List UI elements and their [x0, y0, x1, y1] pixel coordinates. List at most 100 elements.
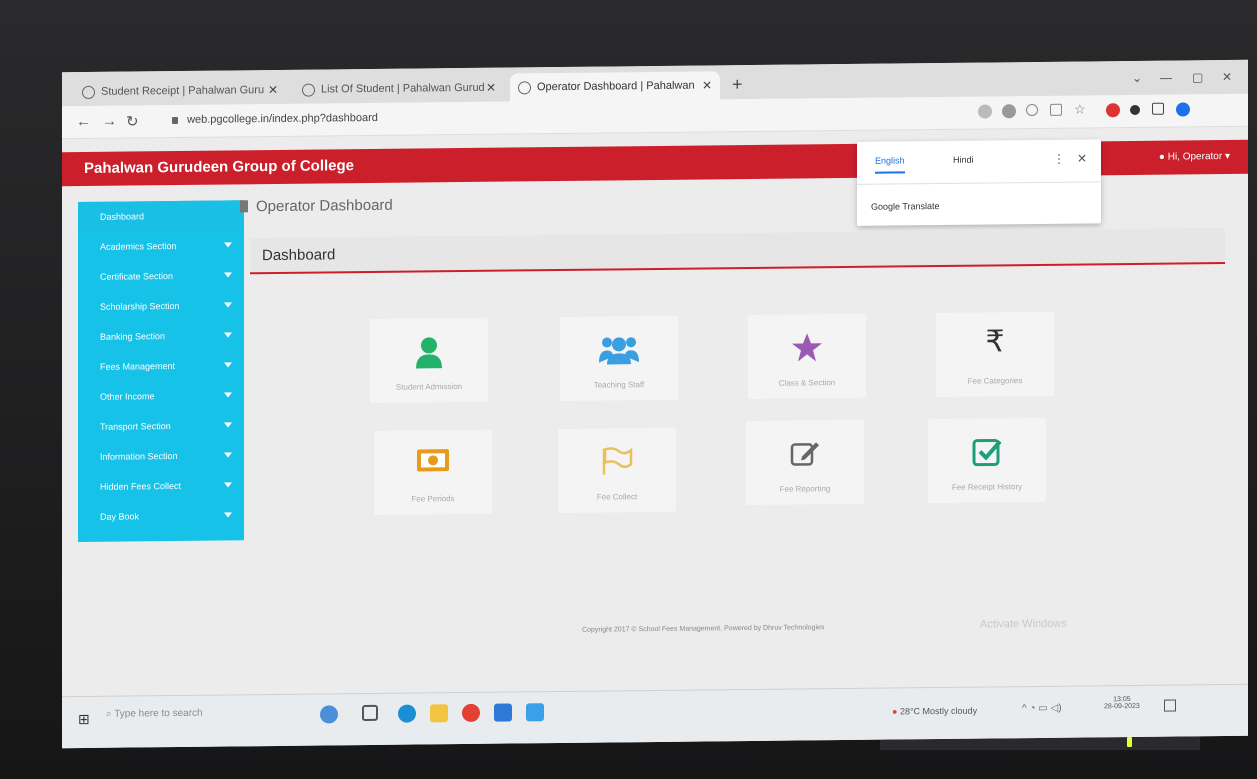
browser-tab-1[interactable]: Student Receipt | Pahalwan Guru ✕: [74, 76, 286, 106]
tile-fee-collect[interactable]: Fee Collect: [558, 427, 676, 514]
sidebar-item-label: Other Income: [100, 391, 155, 402]
tile-fee-periods[interactable]: Fee Periods: [374, 429, 492, 515]
tile-label: Fee Categories: [967, 376, 1023, 386]
browser-tab-3[interactable]: Operator Dashboard | Pahalwan ✕: [510, 71, 720, 102]
user-menu[interactable]: ● Hi, Operator ▾: [1159, 151, 1230, 163]
users-icon: [599, 337, 639, 365]
tile-teaching-staff[interactable]: Teaching Staff: [560, 315, 678, 401]
page-title-text: Operator Dashboard: [256, 196, 393, 216]
user-icon: [416, 337, 442, 369]
sidebar-item-other-income[interactable]: Other Income: [78, 380, 244, 412]
window-close-button[interactable]: ✕: [1222, 70, 1232, 84]
store-icon[interactable]: [494, 703, 512, 722]
globe-icon: [518, 80, 531, 94]
close-icon[interactable]: ✕: [268, 83, 278, 97]
new-tab-button[interactable]: +: [732, 74, 743, 95]
sidebar-item-label: Certificate Section: [100, 271, 174, 282]
google-icon[interactable]: [978, 104, 992, 119]
flag-icon: [602, 447, 633, 475]
translate-tab-english[interactable]: English: [875, 155, 905, 174]
globe-icon: [302, 83, 315, 97]
tile-label: Fee Receipt History: [951, 482, 1023, 492]
sidebar-item-transport[interactable]: Transport Section: [78, 410, 244, 442]
footer-copyright: Copyright 2017 © School Fees Management.…: [582, 624, 825, 634]
caret-down-icon: [224, 422, 232, 428]
chrome-icon[interactable]: [462, 703, 480, 723]
star-icon: [792, 333, 822, 362]
profile-avatar[interactable]: [1176, 102, 1190, 117]
translate-icon[interactable]: [1002, 104, 1016, 119]
sidebar-item-label: Scholarship Section: [100, 300, 180, 312]
sidebar-item-academics[interactable]: Academics Section: [78, 230, 244, 262]
check-square-icon: [972, 438, 1002, 467]
tile-label: Fee Collect: [596, 492, 638, 502]
file-explorer-icon[interactable]: [430, 704, 448, 723]
sidebar-item-fees-management[interactable]: Fees Management: [78, 350, 244, 382]
sidebar-item-information[interactable]: Information Section: [78, 440, 244, 472]
extension-icon[interactable]: [1106, 103, 1120, 118]
tile-student-admission[interactable]: Student Admission: [370, 317, 488, 403]
caret-down-icon: [224, 512, 232, 518]
url-text: web.pgcollege.in/index.php?dashboard: [187, 111, 378, 126]
tab-label: Operator Dashboard | Pahalwan: [537, 79, 695, 94]
search-placeholder: Type here to search: [114, 707, 203, 720]
brand-title[interactable]: Pahalwan Gurudeen Group of College: [84, 157, 354, 177]
sidebar-item-certificate[interactable]: Certificate Section: [78, 260, 244, 292]
edge-icon[interactable]: [398, 704, 416, 723]
weather-widget[interactable]: ● 28°C Mostly cloudy: [892, 706, 977, 717]
close-icon[interactable]: ✕: [702, 78, 712, 92]
sidepanel-icon[interactable]: [1152, 102, 1164, 115]
back-button[interactable]: ←: [76, 113, 91, 130]
close-icon[interactable]: ✕: [1077, 151, 1087, 165]
caret-down-icon: [224, 452, 232, 458]
bookmark-star-icon[interactable]: ☆: [1074, 101, 1088, 116]
caret-down-icon: [224, 392, 232, 398]
caret-down-icon: [224, 332, 232, 338]
more-options-icon[interactable]: ⋮: [1053, 152, 1065, 166]
task-view-icon[interactable]: [362, 704, 378, 722]
tab-label: Student Receipt | Pahalwan Guru: [101, 84, 265, 98]
sidebar-item-label: Banking Section: [100, 331, 166, 342]
tile-fee-categories[interactable]: ₹ Fee Categories: [936, 311, 1054, 398]
notification-icon[interactable]: [1164, 699, 1176, 712]
power-led: [1127, 737, 1132, 747]
sidebar-item-hidden-fees[interactable]: Hidden Fees Collect: [78, 470, 244, 502]
tile-fee-reporting[interactable]: Fee Reporting: [746, 419, 864, 506]
close-icon[interactable]: ✕: [486, 81, 496, 95]
widgets-icon[interactable]: [320, 705, 338, 724]
minimize-button[interactable]: —: [1160, 71, 1172, 85]
share-icon[interactable]: [1050, 103, 1062, 116]
maximize-button[interactable]: ▢: [1192, 70, 1203, 84]
zoom-icon[interactable]: [1026, 103, 1038, 117]
sidebar-item-label: Transport Section: [100, 421, 171, 432]
forward-button[interactable]: →: [102, 113, 117, 130]
tile-label: Fee Periods: [411, 494, 455, 504]
taskbar-clock[interactable]: 13:05 28-09-2023: [1104, 696, 1140, 710]
photos-icon[interactable]: [526, 703, 544, 722]
sidebar-item-banking[interactable]: Banking Section: [78, 320, 244, 352]
tile-label: Student Admission: [395, 382, 463, 392]
windows-start-icon[interactable]: ⊞: [78, 711, 90, 728]
translate-popup: English Hindi ⋮ ✕ Google Translate: [857, 139, 1101, 226]
caret-down-icon: [224, 302, 232, 308]
tile-label: Class & Section: [778, 378, 836, 388]
sidebar-item-day-book[interactable]: Day Book: [78, 500, 244, 532]
translate-tab-hindi[interactable]: Hindi: [953, 155, 974, 165]
weather-text: 28°C Mostly cloudy: [899, 705, 978, 717]
panel-title: Dashboard: [262, 246, 336, 265]
taskbar-search[interactable]: ⌕ Type here to search: [106, 708, 203, 720]
system-tray-icons[interactable]: ^ ◔ ▭ ◁): [1022, 703, 1062, 714]
sidebar-item-label: Day Book: [100, 511, 140, 522]
reload-button[interactable]: ↻: [126, 112, 139, 130]
browser-tab-2[interactable]: List Of Student | Pahalwan Gurud ✕: [294, 74, 504, 104]
puzzle-icon[interactable]: [1130, 104, 1140, 116]
user-icon: ●: [1158, 151, 1168, 163]
caret-down-icon: [224, 242, 232, 248]
address-bar[interactable]: web.pgcollege.in/index.php?dashboard: [172, 112, 378, 126]
tile-fee-receipt-history[interactable]: Fee Receipt History: [928, 417, 1046, 504]
sidebar-item-dashboard[interactable]: Dashboard: [78, 200, 244, 233]
sidebar: Dashboard Academics Section Certificate …: [78, 200, 244, 543]
chevron-down-icon[interactable]: ⌄: [1132, 71, 1142, 85]
sidebar-item-scholarship[interactable]: Scholarship Section: [78, 290, 244, 322]
tile-class-section[interactable]: Class & Section: [748, 313, 866, 400]
